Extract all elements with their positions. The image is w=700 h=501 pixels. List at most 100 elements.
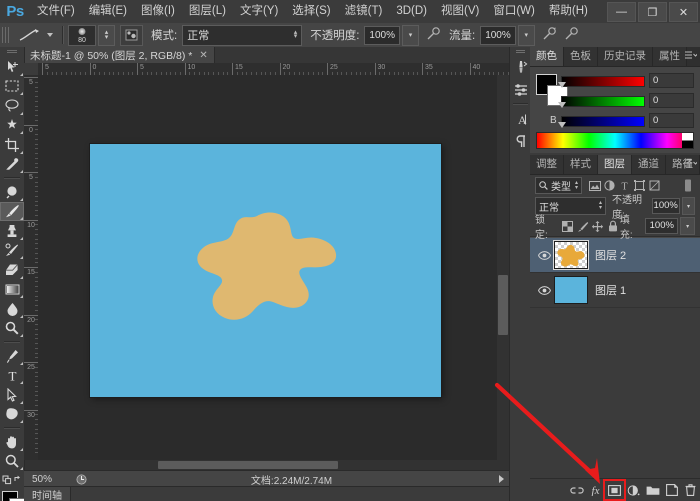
canvas-area[interactable] (38, 75, 509, 460)
brush-tool[interactable] (0, 202, 24, 222)
shape-tool[interactable] (0, 405, 24, 425)
layer-name[interactable]: 图层 1 (595, 282, 626, 298)
crop-tool[interactable] (0, 135, 24, 155)
r-value-field[interactable]: 0 (649, 73, 694, 88)
scrollbar-thumb[interactable] (158, 461, 338, 469)
brush-size-stepper[interactable]: ▴▾ (98, 25, 115, 46)
panel-menu-icon[interactable] (685, 159, 697, 168)
lasso-tool[interactable] (0, 96, 24, 116)
lock-image-pixels-icon[interactable] (575, 219, 590, 234)
default-colors-and-swap-icons[interactable] (0, 471, 24, 488)
panel-menu-icon[interactable] (685, 51, 697, 60)
layer-row-2[interactable]: 图层 2 (530, 238, 700, 273)
layer-filter-select[interactable]: 类型 ▴▾ (535, 177, 582, 194)
tab-properties[interactable]: 属性 (653, 47, 687, 66)
link-layers-button[interactable] (567, 481, 586, 499)
document-info-icon[interactable] (72, 474, 90, 485)
minimize-button[interactable]: — (607, 2, 636, 22)
filter-toggle-switch[interactable] (680, 178, 695, 193)
menu-layer[interactable]: 图层(L) (182, 0, 233, 23)
rectangular-marquee-tool[interactable] (0, 77, 24, 97)
brush-presets-icon[interactable] (510, 78, 531, 100)
g-value-field[interactable]: 0 (649, 93, 694, 108)
menu-filter[interactable]: 滤镜(T) (338, 0, 390, 23)
layer-visibility-toggle[interactable] (534, 286, 554, 295)
layer-name[interactable]: 图层 2 (595, 247, 626, 263)
brush-preset-chevron-icon[interactable] (47, 33, 53, 37)
filter-smart-objects-icon[interactable] (647, 178, 662, 193)
gradient-tool[interactable] (0, 280, 24, 300)
layer-opacity-chevron-icon[interactable]: ▾ (682, 197, 695, 215)
flow-dropdown-button[interactable]: ▾ (518, 25, 535, 46)
status-menu-chevron-icon[interactable] (493, 475, 509, 483)
path-selection-tool[interactable] (0, 385, 24, 405)
history-brush-tool[interactable] (0, 241, 24, 261)
menu-view[interactable]: 视图(V) (434, 0, 486, 23)
lock-position-icon[interactable] (590, 219, 605, 234)
layer-fill-chevron-icon[interactable]: ▾ (680, 217, 695, 235)
opacity-dropdown-button[interactable]: ▾ (402, 25, 419, 46)
white-black-swatch[interactable] (682, 133, 693, 148)
tab-swatches[interactable]: 色板 (564, 47, 598, 66)
brush-panel-toggle[interactable] (120, 25, 143, 46)
options-bar-grip[interactable] (2, 27, 10, 43)
brush-panel-icon[interactable] (510, 56, 531, 78)
r-slider[interactable] (561, 76, 643, 85)
color-panel-swatches[interactable] (536, 74, 545, 104)
pressure-opacity-icon[interactable] (426, 27, 441, 44)
brush-preview-icon[interactable] (16, 26, 42, 44)
brush-size-field[interactable]: 80 (68, 25, 96, 46)
g-slider[interactable] (561, 96, 643, 105)
menu-3d[interactable]: 3D(D) (389, 0, 434, 23)
blend-mode-select[interactable]: 正常 ▴▾ (182, 25, 302, 46)
layer-visibility-toggle[interactable] (534, 251, 554, 260)
canvas-horizontal-scrollbar[interactable] (38, 460, 509, 470)
spot-healing-brush-tool[interactable] (0, 182, 24, 202)
close-icon[interactable]: ✕ (199, 50, 207, 61)
blur-tool[interactable] (0, 299, 24, 319)
layer-opacity-field[interactable]: 100% (652, 198, 680, 214)
menu-select[interactable]: 选择(S) (285, 0, 337, 23)
new-group-button[interactable] (643, 481, 662, 499)
document-tab[interactable]: 未标题-1 @ 50% (图层 2, RGB/8) * ✕ (24, 47, 215, 63)
menu-edit[interactable]: 编辑(E) (82, 0, 134, 23)
flow-input[interactable]: 100% (480, 26, 516, 45)
slider-knob[interactable] (558, 82, 566, 88)
move-tool[interactable] (0, 57, 24, 77)
add-layer-mask-button[interactable] (605, 481, 624, 499)
maximize-button[interactable]: ❐ (638, 2, 667, 22)
filter-pixel-layers-icon[interactable] (587, 178, 602, 193)
menu-file[interactable]: 文件(F) (30, 0, 82, 23)
tab-channels[interactable]: 通道 (632, 155, 666, 174)
layer-fill-field[interactable]: 100% (645, 218, 678, 234)
canvas-vertical-scrollbar[interactable] (497, 75, 509, 460)
zoom-tool[interactable] (0, 452, 24, 472)
color-spectrum-ramp[interactable] (536, 132, 694, 149)
filter-adjustment-layers-icon[interactable] (602, 178, 617, 193)
dodge-tool[interactable] (0, 319, 24, 339)
pen-tool[interactable] (0, 346, 24, 366)
layer-thumbnail[interactable] (554, 276, 588, 304)
airbrush-icon[interactable] (542, 27, 557, 44)
layer-style-fx-button[interactable]: fx (586, 481, 605, 499)
close-button[interactable]: ✕ (669, 2, 698, 22)
eraser-tool[interactable] (0, 260, 24, 280)
tab-styles[interactable]: 样式 (564, 155, 598, 174)
tab-timeline[interactable]: 时间轴 (24, 487, 71, 501)
menu-image[interactable]: 图像(I) (134, 0, 182, 23)
menu-window[interactable]: 窗口(W) (486, 0, 542, 23)
tab-adjustments[interactable]: 调整 (530, 155, 564, 174)
b-value-field[interactable]: 0 (649, 113, 694, 128)
layer-thumbnail[interactable] (554, 241, 588, 269)
clone-stamp-tool[interactable] (0, 221, 24, 241)
pressure-size-icon[interactable] (564, 27, 579, 44)
vertical-ruler[interactable]: 5051015202530 (24, 75, 39, 460)
tab-history[interactable]: 历史记录 (598, 47, 653, 66)
tool-palette-grip[interactable] (0, 47, 24, 57)
scrollbar-thumb[interactable] (498, 275, 508, 335)
slider-knob[interactable] (558, 102, 566, 108)
filter-type-layers-icon[interactable]: T (617, 178, 632, 193)
filter-shape-layers-icon[interactable] (632, 178, 647, 193)
lock-all-icon[interactable] (605, 219, 620, 234)
menu-type[interactable]: 文字(Y) (233, 0, 285, 23)
